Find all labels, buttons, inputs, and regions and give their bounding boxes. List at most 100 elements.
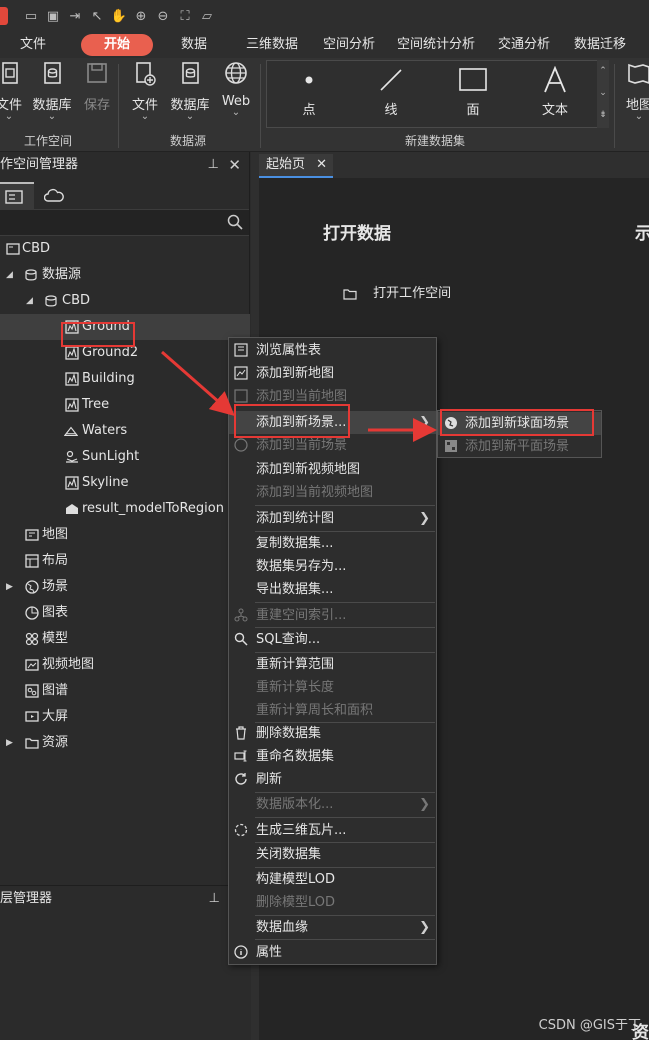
tree-node-maps[interactable]: 地图 xyxy=(0,522,250,548)
tab-home[interactable]: 开始 xyxy=(81,34,153,56)
region-dataset-icon xyxy=(66,504,78,514)
menu-item-recompute-bounds[interactable]: 重新计算范围 xyxy=(229,653,436,676)
menu-item-delete-dataset[interactable]: 删除数据集 xyxy=(229,722,436,745)
menu-item-rename-dataset[interactable]: 重命名数据集 xyxy=(229,745,436,768)
workspace-database-button[interactable]: 数据库 ⌄ xyxy=(30,60,74,122)
workspace-save-button[interactable]: 保存 xyxy=(82,60,112,113)
open-workspace-link[interactable]: 打开工作空间 xyxy=(343,282,451,301)
tree-node-models[interactable]: 模型 xyxy=(0,626,250,652)
menu-item-add-to-new-video-map[interactable]: 添加到新视频地图 xyxy=(229,458,436,481)
chevron-right-icon: ❯ xyxy=(419,511,430,526)
tab-3d-data[interactable]: 三维数据 xyxy=(244,34,300,56)
datasource-web-button[interactable]: Web ⌄ xyxy=(220,60,252,118)
menu-item-build-model-lod[interactable]: 构建模型LOD xyxy=(229,868,436,891)
menu-item-add-to-new-planar-scene: 添加到新平面场景 xyxy=(438,435,601,458)
tree-node-workspace[interactable]: CBD xyxy=(0,236,250,262)
menu-item-sql-query[interactable]: SQL查询... xyxy=(229,628,436,651)
collapse-arrow-icon[interactable]: ▶ xyxy=(6,730,16,756)
gallery-scroll-buttons[interactable]: ⌃ ⌄ ⇟ xyxy=(597,60,609,128)
datasource-file-button[interactable]: 文件 ⌄ xyxy=(128,60,162,122)
expand-arrow-icon[interactable]: ◢ xyxy=(6,262,16,288)
tab-spatial-analysis[interactable]: 空间分析 xyxy=(321,34,377,56)
tab-cloud[interactable] xyxy=(34,182,74,210)
collapse-arrow-icon[interactable]: ▶ xyxy=(6,574,16,600)
menu-item-data-versioning: 数据版本化... ❯ xyxy=(229,793,436,816)
close-icon[interactable]: ✕ xyxy=(228,152,241,178)
folder-icon[interactable]: ▱ xyxy=(196,5,218,27)
chevron-right-icon: ❯ xyxy=(419,415,430,430)
tab-workspace-tree[interactable] xyxy=(0,182,34,210)
menu-item-refresh[interactable]: 刷新 xyxy=(229,768,436,791)
layer-manager-panel: 层管理器 ⊥ xyxy=(0,885,250,1040)
file-icon xyxy=(2,62,18,84)
menu-item-add-to-chart[interactable]: 添加到统计图 ❯ xyxy=(229,507,436,530)
tree-node-dataset-tree[interactable]: Tree xyxy=(0,392,250,418)
tab-data-migration[interactable]: 数据迁移 xyxy=(572,34,628,56)
tree-node-dataset-building[interactable]: Building xyxy=(0,366,250,392)
tab-traffic-analysis[interactable]: 交通分析 xyxy=(496,34,552,56)
save-as-icon[interactable]: ▣ xyxy=(42,5,64,27)
refresh-icon xyxy=(235,773,247,785)
tree-node-graphs[interactable]: 图谱 xyxy=(0,678,250,704)
tree-node-charts[interactable]: 图表 xyxy=(0,600,250,626)
menu-item-close-dataset[interactable]: 关闭数据集 xyxy=(229,843,436,866)
new-line-dataset-button[interactable]: 线 xyxy=(351,65,431,118)
terrain-dataset-icon xyxy=(64,426,78,436)
tree-node-scenes[interactable]: ▶ 场景 xyxy=(0,574,250,600)
menu-separator xyxy=(255,505,435,506)
menu-item-save-dataset-as[interactable]: 数据集另存为... xyxy=(229,555,436,578)
tab-file[interactable]: 文件 xyxy=(18,34,48,56)
grid-dataset-icon xyxy=(65,398,79,412)
tree-node-layouts[interactable]: 布局 xyxy=(0,548,250,574)
tree-node-dataset-result-model-to-region[interactable]: result_modelToRegion xyxy=(0,496,250,522)
menu-item-add-to-new-map[interactable]: 添加到新地图 xyxy=(229,362,436,385)
select-icon[interactable]: ↖ xyxy=(86,5,108,27)
workspace-group-label: 工作空间 xyxy=(24,134,73,148)
pan-icon[interactable]: ✋ xyxy=(108,5,130,27)
save-icon xyxy=(87,63,107,83)
menu-item-generate-3d-tiles[interactable]: 生成三维瓦片... xyxy=(229,819,436,842)
examples-heading: 示 xyxy=(635,224,649,244)
menu-item-data-lineage[interactable]: 数据血缘 ❯ xyxy=(229,916,436,939)
close-icon[interactable]: ✕ xyxy=(316,154,327,176)
tree-node-datasources[interactable]: ◢ 数据源 xyxy=(0,262,250,288)
tree-node-dataset-skyline[interactable]: Skyline xyxy=(0,470,250,496)
tab-spatial-statistics[interactable]: 空间统计分析 xyxy=(396,34,476,56)
globe-icon xyxy=(25,580,39,594)
tree-node-video-maps[interactable]: 视频地图 xyxy=(0,652,250,678)
divider xyxy=(118,64,119,148)
search-icon[interactable] xyxy=(227,214,243,230)
search-input[interactable] xyxy=(0,210,249,236)
zoom-in-icon[interactable]: ⊕ xyxy=(130,5,152,27)
map-button[interactable]: 地图 ⌄ xyxy=(622,60,649,122)
tab-start-page[interactable]: 起始页 ✕ xyxy=(259,154,333,178)
video-map-icon xyxy=(25,659,39,671)
point-icon xyxy=(305,76,313,84)
menu-item-copy-dataset[interactable]: 复制数据集... xyxy=(229,532,436,555)
tree-node-dataset-waters[interactable]: Waters xyxy=(0,418,250,444)
tree-node-resources[interactable]: ▶ 资源 xyxy=(0,730,250,756)
new-text-dataset-button[interactable]: 文本 xyxy=(515,65,595,118)
menu-item-browse-attributes[interactable]: 浏览属性表 xyxy=(229,339,436,362)
import-icon[interactable]: ⇥ xyxy=(64,5,86,27)
panel-tabs xyxy=(0,178,249,210)
workspace-file-button[interactable]: 文件 ⌄ xyxy=(0,60,26,122)
zoom-out-icon[interactable]: ⊖ xyxy=(152,5,174,27)
expand-arrow-icon[interactable]: ◢ xyxy=(26,288,36,314)
pin-icon[interactable]: ⊥ xyxy=(209,886,220,912)
pin-icon[interactable]: ⊥ xyxy=(208,152,219,178)
tree-node-cbd-datasource[interactable]: ◢ CBD xyxy=(0,288,250,314)
tree-node-big-screens[interactable]: 大屏 xyxy=(0,704,250,730)
search-icon xyxy=(234,632,248,646)
full-extent-icon[interactable]: ⛶ xyxy=(174,5,196,27)
menu-item-properties[interactable]: 属性 xyxy=(229,941,436,964)
save-icon[interactable]: ▭ xyxy=(20,5,42,27)
menu-item-export-dataset[interactable]: 导出数据集... xyxy=(229,578,436,601)
datasource-database-button[interactable]: 数据库 ⌄ xyxy=(170,60,210,122)
grid-dataset-icon xyxy=(65,372,79,386)
open-data-heading: 打开数据 xyxy=(323,224,391,244)
tree-node-dataset-sunlight[interactable]: SunLight xyxy=(0,444,250,470)
new-region-dataset-button[interactable]: 面 xyxy=(433,65,513,118)
tab-data[interactable]: 数据 xyxy=(179,34,209,56)
new-point-dataset-button[interactable]: 点 xyxy=(269,65,349,118)
